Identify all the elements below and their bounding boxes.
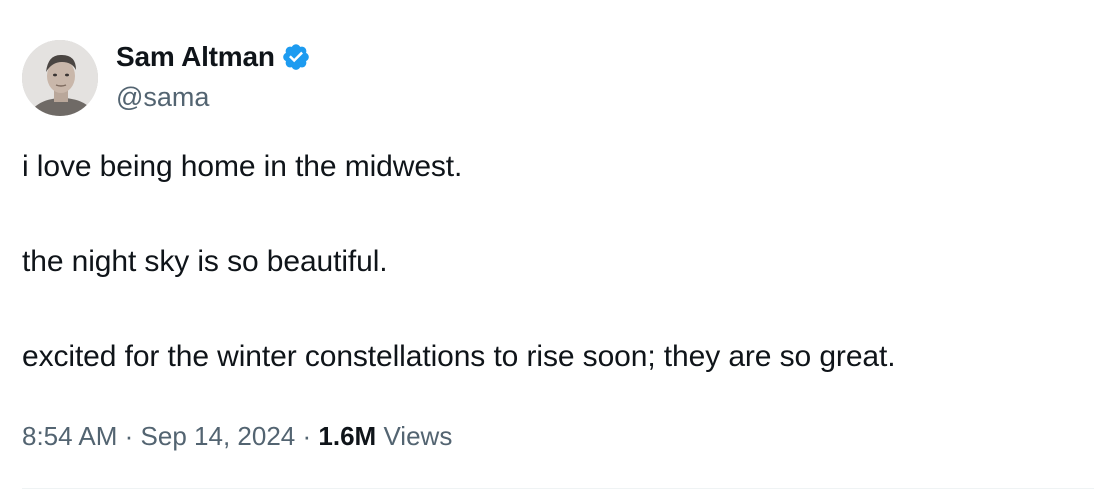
tweet-header: Sam Altman @sama (22, 40, 311, 116)
tweet-text: i love being home in the midwest. the ni… (22, 145, 1092, 379)
views-label: Views (383, 421, 453, 451)
display-name[interactable]: Sam Altman (116, 40, 275, 74)
views-count: 1.6M (318, 421, 377, 451)
divider (22, 488, 1094, 489)
tweet-paragraph: i love being home in the midwest. (22, 150, 463, 183)
avatar[interactable] (22, 40, 98, 116)
tweet-date[interactable]: Sep 14, 2024 (141, 421, 296, 451)
tweet-time[interactable]: 8:54 AM (22, 421, 117, 451)
avatar-image (22, 40, 98, 116)
meta-separator: · (302, 421, 312, 451)
meta-separator: · (124, 421, 134, 451)
tweet-card: Sam Altman @sama i love being home in th… (0, 0, 1116, 498)
tweet-meta: 8:54 AM · Sep 14, 2024 · 1.6M Views (22, 418, 452, 454)
author-names: Sam Altman @sama (116, 40, 311, 114)
tweet-paragraph: the night sky is so beautiful. (22, 245, 388, 278)
verified-badge-icon[interactable] (281, 42, 311, 72)
tweet-paragraph: excited for the winter constellations to… (22, 340, 896, 373)
name-row: Sam Altman (116, 40, 311, 74)
handle[interactable]: @sama (116, 80, 311, 114)
